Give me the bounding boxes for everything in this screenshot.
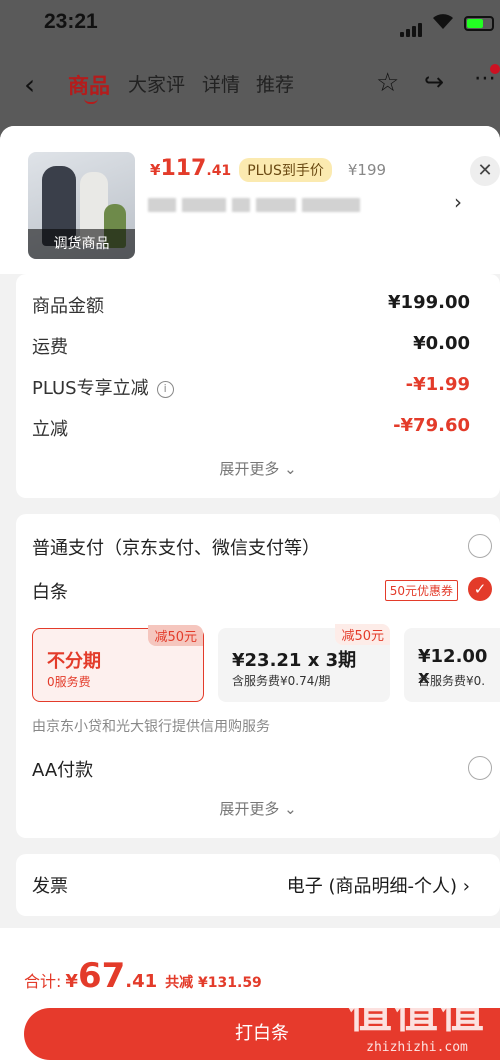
breakdown-row: 立减 -¥79.60 <box>32 415 470 441</box>
payment-option-aa[interactable]: AA付款 <box>32 756 470 782</box>
payment-option-label: 白条 <box>32 582 68 603</box>
credit-provider-note: 由京东小贷和光大银行提供信用购服务 <box>32 719 270 735</box>
close-icon[interactable]: ✕ <box>470 156 500 186</box>
battery-icon <box>464 16 494 31</box>
tab-product[interactable]: 商品 <box>68 70 110 100</box>
expand-more-label: 展开更多 <box>219 460 280 478</box>
total-amount: 合计: ¥ 67 .41 共减 ¥131.59 <box>24 956 262 996</box>
wifi-icon <box>433 14 453 29</box>
checkout-sheet: 调货商品 ¥ 117 .41 PLUS到手价 ¥199 › ✕ 商品金额 ¥19… <box>0 126 500 1061</box>
watermark-url: zhizhizhi.com <box>366 1040 468 1055</box>
watermark-logo: 值值值 zhizhizhi.com <box>342 976 492 1055</box>
installment-option[interactable]: ¥12.00 x 含服务费¥0. <box>404 628 500 702</box>
notification-dot <box>490 64 500 74</box>
invoice-line: 发票 电子 (商品明细-个人) › <box>32 872 470 898</box>
product-summary: 调货商品 ¥ 117 .41 PLUS到手价 ¥199 › ✕ <box>0 126 500 274</box>
thumb-caption: 调货商品 <box>28 229 135 259</box>
active-tab-indicator <box>84 98 98 104</box>
invoice-value-text: 电子 (商品明细-个人) <box>286 876 458 897</box>
payment-option-normal[interactable]: 普通支付（京东支付、微信支付等） <box>32 534 470 560</box>
checkmark-icon[interactable]: ✓ <box>468 577 492 601</box>
invoice-label: 发票 <box>32 876 68 897</box>
installment-fee: 含服务费¥0. <box>418 674 486 688</box>
info-icon[interactable]: i <box>156 381 174 398</box>
expand-more-button[interactable]: 展开更多 ⌄ <box>16 458 500 479</box>
signal-icon <box>400 18 424 37</box>
price-decimal: .41 <box>206 163 232 179</box>
breakdown-label: PLUS专享立减 <box>32 378 149 399</box>
invoice-row[interactable]: 发票 电子 (商品明细-个人) › <box>16 854 500 916</box>
breakdown-value: -¥1.99 <box>405 374 470 395</box>
tab-reviews[interactable]: 大家评 <box>128 70 185 97</box>
price-breakdown-card: 商品金额 ¥199.00 运费 ¥0.00 PLUS专享立减 i -¥1.99 立… <box>16 274 500 498</box>
product-price-row: ¥ 117 .41 PLUS到手价 ¥199 <box>150 156 386 182</box>
plus-price-tag: PLUS到手价 <box>239 158 332 182</box>
installment-option[interactable]: 减50元 ¥23.21 x 3期 含服务费¥0.74/期 <box>218 624 390 702</box>
breakdown-value: ¥0.00 <box>413 333 470 354</box>
expand-more-button[interactable]: 展开更多 ⌄ <box>16 798 500 819</box>
discount-tag: 减50元 <box>148 625 203 646</box>
breakdown-row: 运费 ¥0.00 <box>32 333 470 359</box>
tab-recommend[interactable]: 推荐 <box>256 70 294 97</box>
chevron-left-icon[interactable]: ‹ <box>24 68 35 101</box>
installment-option[interactable]: 减50元 不分期 0服务费 <box>32 625 204 702</box>
discount-tag: 减50元 <box>335 624 390 645</box>
status-bar: 23:21 <box>0 0 500 48</box>
star-icon[interactable]: ☆ <box>376 68 399 98</box>
radio-unchecked[interactable] <box>468 756 492 780</box>
total-saved: 共减 ¥131.59 <box>165 975 262 991</box>
installment-title: 不分期 <box>47 651 101 672</box>
installment-fee: 0服务费 <box>47 675 91 689</box>
installment-fee: 含服务费¥0.74/期 <box>232 674 331 688</box>
breakdown-row: 商品金额 ¥199.00 <box>32 292 470 318</box>
breakdown-value: ¥199.00 <box>388 292 470 313</box>
coupon-badge[interactable]: 50元优惠券 <box>384 580 458 601</box>
chevron-down-icon: ⌄ <box>284 800 297 818</box>
total-decimal: .41 <box>125 971 158 992</box>
payment-option-label: 普通支付（京东支付、微信支付等） <box>32 538 320 559</box>
breakdown-label: 运费 <box>32 337 68 358</box>
chevron-right-icon: › <box>462 876 470 897</box>
breakdown-row: PLUS专享立减 i -¥1.99 <box>32 374 470 400</box>
status-time: 23:21 <box>44 10 98 33</box>
tab-details[interactable]: 详情 <box>202 70 240 97</box>
breakdown-label: 商品金额 <box>32 296 104 317</box>
expand-more-label: 展开更多 <box>219 800 280 818</box>
radio-unchecked[interactable] <box>468 534 492 558</box>
blurred-product-title <box>148 194 388 214</box>
breakdown-value: -¥79.60 <box>393 415 470 436</box>
installment-title: ¥23.21 x 3期 <box>232 650 357 671</box>
breakdown-label: 立减 <box>32 419 68 440</box>
watermark-text: 值值值 <box>348 987 486 1038</box>
total-integer: 67 <box>77 956 126 996</box>
payment-method-card: 普通支付（京东支付、微信支付等） 白条 50元优惠券 ✓ 减50元 不分期 0服… <box>16 514 500 838</box>
total-symbol: ¥ <box>65 971 78 992</box>
total-label: 合计: <box>24 972 62 991</box>
price-integer: 117 <box>160 156 207 181</box>
payment-option-label: AA付款 <box>32 760 94 781</box>
original-price: ¥199 <box>347 161 387 179</box>
chevron-right-icon[interactable]: › <box>454 190 462 214</box>
chevron-down-icon: ⌄ <box>284 460 297 478</box>
share-icon[interactable]: ↪ <box>424 68 444 96</box>
product-thumbnail[interactable]: 调货商品 <box>28 152 135 259</box>
product-nav-bar: ‹ 商品 大家评 详情 推荐 ☆ ↪ ⋯ <box>0 60 500 110</box>
price-symbol: ¥ <box>150 161 161 179</box>
invoice-value: 电子 (商品明细-个人) › <box>287 872 470 898</box>
